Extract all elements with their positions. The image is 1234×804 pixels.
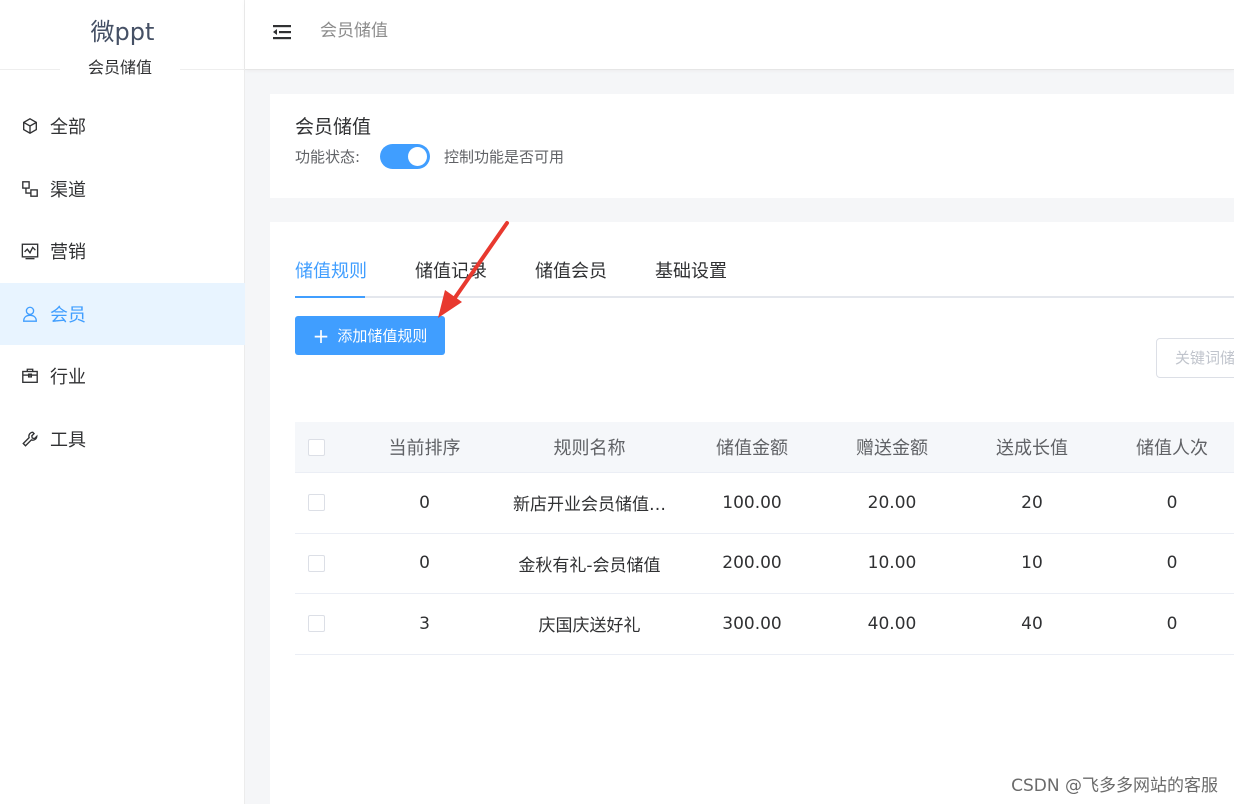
column-header: 规则名称: [553, 438, 626, 459]
count-cell: 0: [1166, 613, 1178, 634]
growth-cell: 10: [1021, 553, 1043, 574]
rules-table: 当前排序 规则名称 储值金额 赠送金额 送成长值 储值人次 0 新店开业会员储值…: [295, 422, 1234, 655]
growth-cell: 40: [1021, 613, 1043, 634]
row-checkbox-cell: [295, 494, 337, 512]
collapse-menu-icon[interactable]: [271, 22, 293, 42]
column-header: 送成长值: [996, 438, 1068, 459]
sidebar-item-industry[interactable]: 行业: [0, 345, 245, 408]
table-row[interactable]: 0 金秋有礼-会员储值 200.00 10.00 10 0: [295, 534, 1234, 594]
add-rule-button[interactable]: + 添加储值规则: [295, 316, 445, 355]
toggle-knob: [408, 147, 427, 166]
amount-cell: 300.00: [722, 613, 782, 634]
chart-icon: [20, 241, 40, 261]
row-checkbox[interactable]: [307, 615, 325, 633]
sidebar-item-marketing[interactable]: 营销: [0, 220, 245, 283]
status-description: 控制功能是否可用: [444, 148, 565, 166]
sidebar-item-member[interactable]: 会员: [0, 282, 245, 345]
feature-card: 会员储值 功能状态: 控制功能是否可用: [270, 94, 1234, 198]
tab-recharge-members[interactable]: 储值会员: [535, 258, 607, 286]
gift-cell: 40.00: [867, 613, 917, 634]
channel-icon: [20, 179, 40, 199]
sidebar-item-tools[interactable]: 工具: [0, 408, 245, 471]
sort-cell: 0: [419, 553, 430, 574]
amount-cell: 200.00: [722, 553, 782, 574]
count-cell: 0: [1166, 492, 1178, 513]
watermark: CSDN @飞多多网站的客服: [1011, 776, 1218, 796]
brand: 微ppt 会员储值: [0, 0, 245, 79]
tab-basic-settings[interactable]: 基础设置: [655, 258, 727, 286]
sidebar-item-label: 渠道: [50, 179, 86, 201]
status-label: 功能状态:: [295, 148, 361, 166]
user-icon: [20, 304, 40, 324]
plus-icon: +: [312, 323, 330, 348]
rules-card: 储值规则 储值记录 储值会员 基础设置 + 添加储值规则 关键词储 当前排序 规…: [270, 222, 1234, 804]
row-checkbox[interactable]: [307, 494, 325, 512]
sort-cell: 3: [419, 613, 430, 634]
brand-name: 微ppt: [90, 18, 155, 46]
brand-subtitle: 会员储值: [60, 57, 180, 79]
header-checkbox-cell: [295, 438, 337, 456]
sidebar-item-all[interactable]: 全部: [0, 95, 245, 158]
sidebar-item-label: 行业: [50, 367, 86, 389]
sidebar-item-label: 工具: [50, 429, 86, 451]
breadcrumb[interactable]: 会员储值: [320, 20, 388, 42]
sidebar: 微ppt 会员储值 全部 渠道 营销 会员 行业 工具: [0, 0, 245, 804]
amount-cell: 100.00: [722, 492, 782, 513]
top-header: 会员储值: [245, 0, 1234, 70]
growth-cell: 20: [1021, 492, 1043, 513]
sidebar-item-label: 营销: [50, 242, 86, 264]
select-all-checkbox[interactable]: [307, 438, 325, 456]
tab-bar: 储值规则 储值记录 储值会员 基础设置: [295, 258, 1234, 298]
rule-name-cell: 金秋有礼-会员储值: [518, 555, 661, 576]
add-rule-label: 添加储值规则: [337, 327, 428, 345]
rule-name-cell: 庆国庆送好礼: [538, 616, 641, 637]
gift-cell: 10.00: [867, 553, 917, 574]
table-row[interactable]: 3 庆国庆送好礼 300.00 40.00 40 0: [295, 594, 1234, 655]
wrench-icon: [20, 429, 40, 449]
column-header: 赠送金额: [856, 438, 928, 459]
tab-recharge-records[interactable]: 储值记录: [415, 258, 487, 286]
briefcase-icon: [20, 366, 40, 386]
column-header: 储值人次: [1136, 438, 1208, 459]
cube-icon: [20, 116, 40, 136]
sidebar-item-label: 会员: [50, 304, 86, 326]
sort-cell: 0: [419, 492, 430, 513]
row-checkbox[interactable]: [307, 554, 325, 572]
sidebar-item-channel[interactable]: 渠道: [0, 158, 245, 221]
gift-cell: 20.00: [867, 492, 917, 513]
feature-toggle[interactable]: [380, 144, 430, 169]
row-checkbox-cell: [295, 615, 337, 633]
sidebar-menu: 全部 渠道 营销 会员 行业 工具: [0, 95, 245, 470]
column-header: 当前排序: [388, 438, 461, 459]
tab-recharge-rules[interactable]: 储值规则: [295, 258, 367, 286]
active-tab-indicator: [295, 296, 365, 298]
count-cell: 0: [1166, 553, 1178, 574]
column-header: 储值金额: [716, 438, 788, 459]
rule-name-cell: 新店开业会员储值…: [513, 495, 666, 516]
feature-title: 会员储值: [295, 116, 372, 138]
table-header: 当前排序 规则名称 储值金额 赠送金额 送成长值 储值人次: [295, 422, 1234, 473]
row-checkbox-cell: [295, 554, 337, 572]
search-input[interactable]: 关键词储: [1156, 338, 1234, 378]
table-row[interactable]: 0 新店开业会员储值… 100.00 20.00 20 0: [295, 473, 1234, 534]
sidebar-item-label: 全部: [50, 117, 86, 139]
